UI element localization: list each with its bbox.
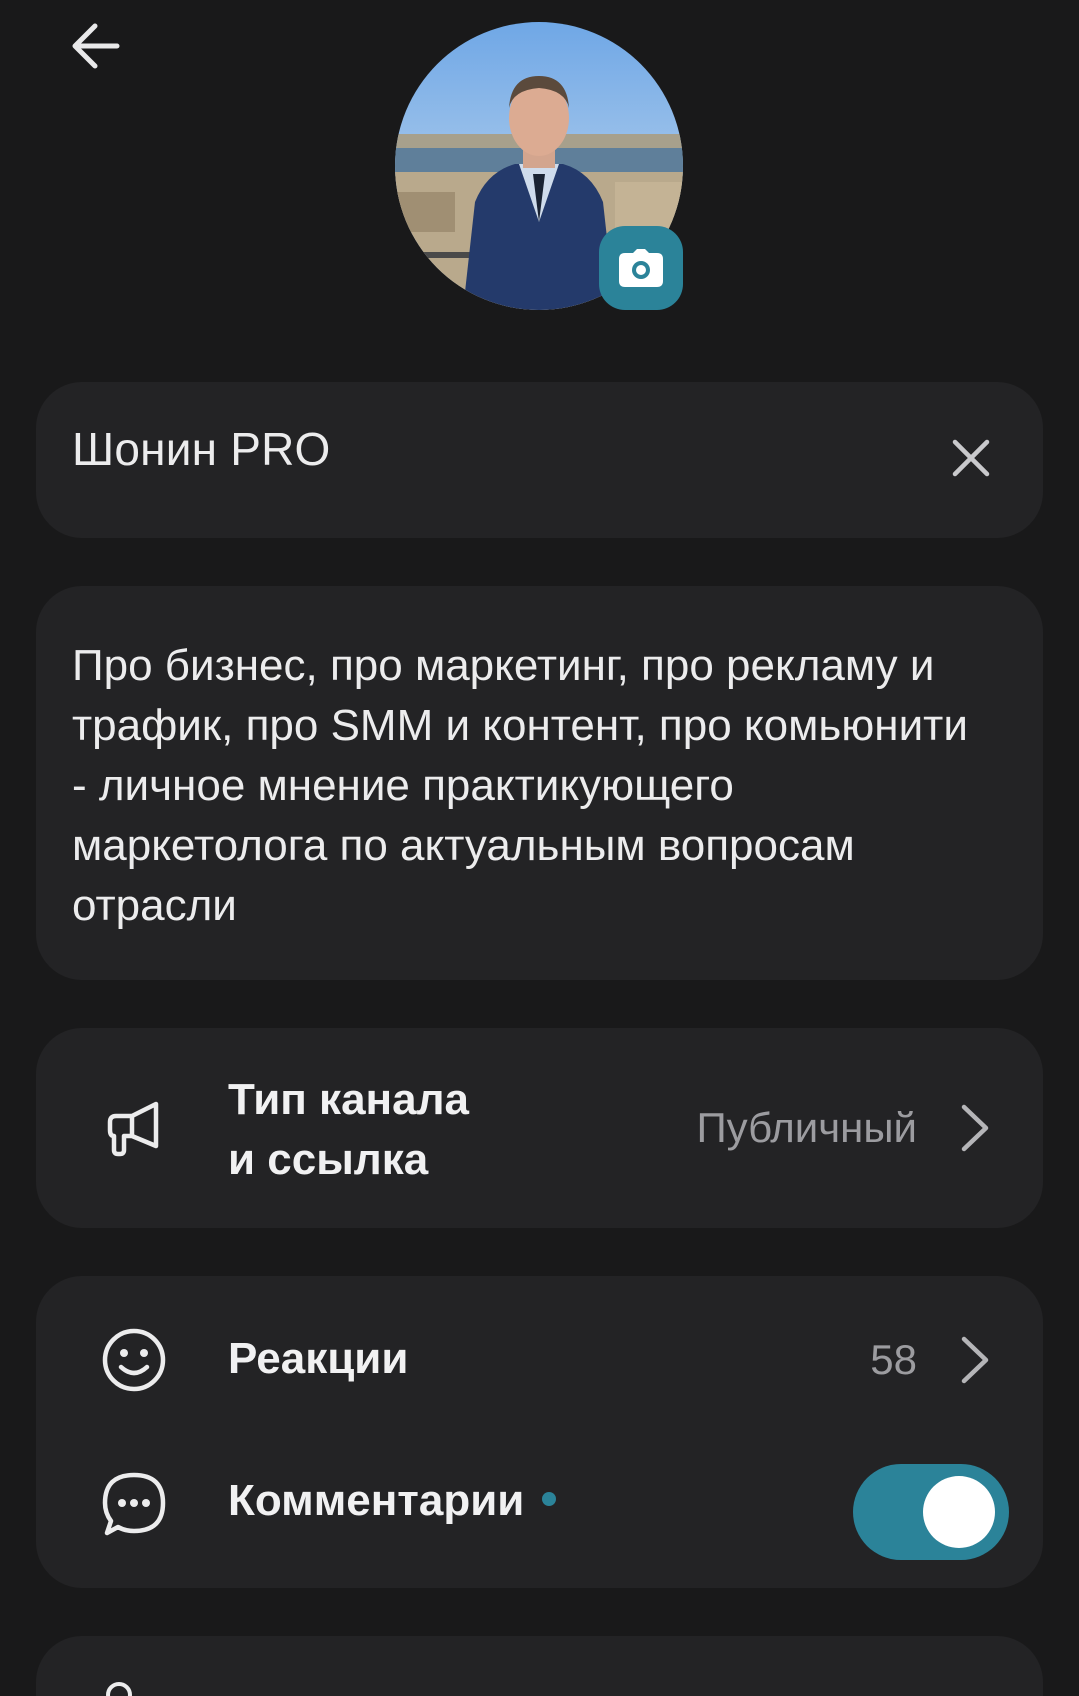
comments-title-text: Комментарии [228, 1476, 525, 1525]
channel-description-field[interactable]: Про бизнес, про маркетинг, про рекламу и… [36, 586, 1043, 980]
next-settings-card[interactable] [36, 1636, 1043, 1696]
clear-name-button[interactable] [935, 422, 1007, 494]
new-indicator-dot [542, 1492, 557, 1507]
comments-row[interactable]: Комментарии [36, 1434, 1043, 1574]
chevron-right-icon [955, 1330, 995, 1390]
channel-name-field[interactable]: Шонин PRO [36, 382, 1043, 538]
reactions-count: 58 [870, 1336, 917, 1383]
smile-icon [94, 1320, 174, 1400]
arrow-left-icon [72, 23, 120, 69]
reactions-row[interactable]: Реакции 58 [36, 1290, 1043, 1430]
reactions-title: Реакции [228, 1334, 409, 1383]
channel-type-title: Тип канала и ссылка [228, 1070, 469, 1190]
avatar-container [395, 22, 685, 312]
channel-type-value: Публичный [696, 1104, 917, 1151]
settings-card: Реакции 58 Комментарии [36, 1276, 1043, 1588]
channel-type-row[interactable]: Тип канала и ссылка Публичный [36, 1028, 1043, 1228]
close-icon [952, 439, 990, 477]
user-icon [106, 1682, 132, 1696]
comments-title: Комментарии [228, 1476, 557, 1526]
channel-type-title-line2: и ссылка [228, 1135, 429, 1184]
channel-type-title-line1: Тип канала [228, 1075, 470, 1124]
chat-bubble-icon [94, 1464, 174, 1544]
channel-description-input[interactable]: Про бизнес, про маркетинг, про рекламу и… [72, 636, 983, 936]
megaphone-icon [94, 1088, 174, 1168]
channel-name-input[interactable]: Шонин PRO [72, 422, 331, 476]
chevron-right-icon [955, 1098, 995, 1158]
back-button[interactable] [62, 18, 128, 74]
comments-toggle[interactable] [853, 1464, 1009, 1560]
toggle-knob [923, 1476, 995, 1548]
camera-icon [619, 249, 663, 287]
change-photo-button[interactable] [599, 226, 683, 310]
